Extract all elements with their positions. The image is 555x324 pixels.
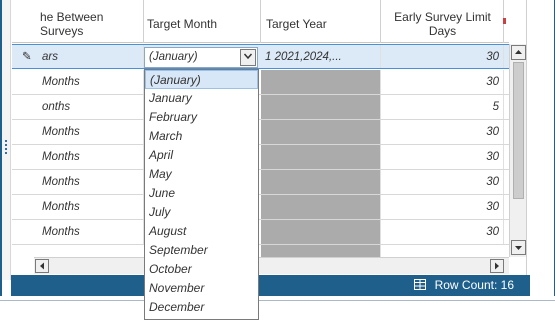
target-month-combobox[interactable]: (January): [144, 47, 258, 68]
grip-dot: [5, 144, 7, 146]
dropdown-option[interactable]: November: [145, 279, 258, 298]
grip-dot: [5, 152, 7, 154]
cell-early-limit[interactable]: 30: [381, 70, 504, 94]
dropdown-option[interactable]: October: [145, 260, 258, 279]
sort-marker: [503, 18, 506, 24]
month-dropdown-list: (January) January February March April M…: [144, 69, 259, 320]
dropdown-option[interactable]: December: [145, 298, 258, 317]
dropdown-option[interactable]: August: [145, 222, 258, 241]
scroll-thumb[interactable]: [513, 62, 524, 199]
cell-target-year: [261, 120, 381, 144]
chevron-up-icon: [515, 50, 522, 54]
header-text: Early Survey Limit: [394, 10, 491, 24]
table-row[interactable]: ✎ ars 1 2021,2024,... 30: [12, 44, 509, 69]
dropdown-option[interactable]: September: [145, 241, 258, 260]
cell-between[interactable]: Months: [40, 120, 144, 144]
dropdown-option[interactable]: July: [145, 203, 258, 222]
combobox-value: (January): [149, 51, 198, 63]
cell-between[interactable]: onths: [40, 95, 144, 119]
horizontal-scrollbar[interactable]: [34, 257, 509, 274]
cell-between[interactable]: Months: [40, 70, 144, 94]
cell-target-year: [261, 220, 381, 244]
table-row[interactable]: Months 30: [12, 120, 509, 145]
cell-target-year: [261, 145, 381, 169]
cell-between[interactable]: Months: [40, 145, 144, 169]
cell-early-limit[interactable]: 5: [381, 95, 504, 119]
cell-target-year[interactable]: 1 2021,2024,...: [261, 45, 381, 68]
cell-early-limit[interactable]: 30: [381, 195, 504, 219]
cell-between[interactable]: Months: [40, 195, 144, 219]
table-row[interactable]: Months 30: [12, 145, 509, 170]
dropdown-option[interactable]: May: [145, 165, 258, 184]
header-text: Target Year: [266, 17, 327, 31]
row-count-label: Row Count:: [434, 278, 498, 292]
table-row[interactable]: Months 30: [12, 170, 509, 195]
row-count-value: 16: [500, 278, 514, 292]
scroll-left-button[interactable]: [35, 259, 49, 273]
cell-target-year: [261, 70, 381, 94]
table-row[interactable]: onths 5: [12, 95, 509, 120]
grid-icon: [414, 279, 427, 290]
dropdown-option[interactable]: June: [145, 184, 258, 203]
vertical-scrollbar[interactable]: [509, 44, 526, 257]
cell-early-limit[interactable]: 30: [381, 220, 504, 244]
column-header-target-year[interactable]: Target Year: [261, 0, 381, 43]
table-row[interactable]: Months 30: [12, 220, 509, 245]
pencil-icon: ✎: [22, 51, 32, 63]
dropdown-option[interactable]: March: [145, 127, 258, 146]
header-text: Surveys: [40, 24, 84, 38]
cell-between[interactable]: Months: [40, 220, 144, 244]
column-header-between[interactable]: he Between Surveys: [12, 0, 144, 43]
cell-target-year: [261, 245, 381, 257]
cell-target-year: [261, 195, 381, 219]
column-header-next: [503, 0, 509, 43]
dropdown-option[interactable]: (January): [145, 70, 258, 89]
row-count: Row Count: 16: [414, 278, 514, 292]
chevron-down-icon: [515, 246, 522, 250]
cell-target-year: [261, 170, 381, 194]
grip-dot: [5, 148, 7, 150]
header-text: Target Month: [147, 17, 218, 31]
left-splitter[interactable]: [2, 0, 11, 280]
scroll-up-button[interactable]: [511, 45, 526, 60]
cell-early-limit[interactable]: 30: [381, 45, 504, 68]
chevron-right-icon: [495, 262, 499, 270]
header-text: he Between: [40, 10, 104, 24]
cell-early-limit[interactable]: 30: [381, 145, 504, 169]
header-text: Days: [428, 24, 457, 38]
column-header-early-survey-limit[interactable]: Early Survey Limit Days: [381, 0, 504, 43]
chevron-down-icon: [243, 53, 253, 60]
grip-dot: [5, 140, 7, 142]
cell-between[interactable]: ars: [40, 45, 144, 68]
cell-early-limit[interactable]: 30: [381, 120, 504, 144]
table-row[interactable]: Months 30: [12, 70, 509, 95]
dropdown-option[interactable]: April: [145, 146, 258, 165]
table-row-partial: [12, 245, 509, 257]
chevron-left-icon: [40, 262, 44, 270]
column-header-row: he Between Surveys Target Month Target Y…: [12, 0, 509, 43]
cell-between[interactable]: Months: [40, 170, 144, 194]
divider: [0, 300, 555, 302]
grid-footer: Row Count: 16: [11, 275, 530, 296]
dropdown-option[interactable]: February: [145, 108, 258, 127]
dropdown-button[interactable]: [240, 49, 256, 66]
cell-early-limit[interactable]: 30: [381, 170, 504, 194]
scroll-right-button[interactable]: [490, 259, 504, 273]
right-splitter: [526, 0, 530, 275]
dropdown-option[interactable]: January: [145, 89, 258, 108]
column-header-target-month[interactable]: Target Month: [144, 0, 261, 43]
cell-target-year: [261, 95, 381, 119]
scroll-down-button[interactable]: [511, 240, 526, 255]
table-row[interactable]: Months 30: [12, 195, 509, 220]
